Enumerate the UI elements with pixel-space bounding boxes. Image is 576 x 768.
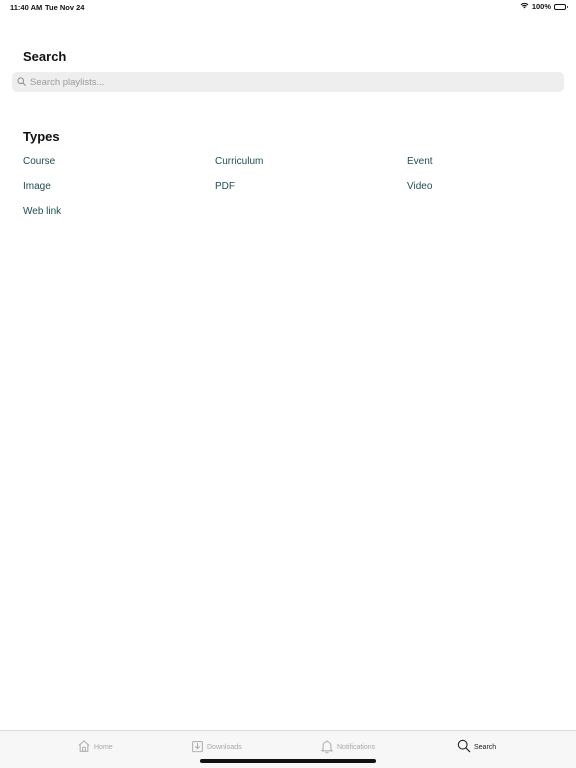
search-icon — [17, 73, 26, 91]
types-list: Course Curriculum Event Image PDF Video … — [23, 153, 568, 227]
battery-percentage: 100% — [531, 2, 551, 11]
tab-downloads-label: Downloads — [207, 743, 242, 751]
status-right-group: 100% — [520, 2, 568, 11]
status-bar: 11:40 AM Tue Nov 24 100% — [0, 0, 576, 14]
tab-home-label: Home — [94, 743, 113, 751]
tab-notifications-label: Notifications — [337, 744, 376, 751]
type-link-pdf[interactable]: PDF — [215, 178, 407, 203]
tab-search[interactable]: Search — [457, 739, 496, 755]
tab-downloads[interactable]: Downloads — [191, 739, 242, 755]
status-date: Tue Nov 24 — [45, 3, 85, 12]
search-input[interactable] — [30, 76, 550, 88]
type-link-curriculum[interactable]: Curriculum — [215, 153, 407, 178]
download-icon — [191, 739, 204, 755]
bell-icon — [320, 739, 334, 756]
type-link-course[interactable]: Course — [23, 153, 215, 178]
page-title: Search — [23, 49, 67, 64]
tab-notifications[interactable]: Notifications — [320, 739, 375, 756]
search-bar[interactable] — [12, 72, 564, 92]
battery-icon — [554, 3, 568, 10]
status-time: 11:40 AM — [10, 3, 43, 12]
tab-search-label: Search — [474, 743, 497, 751]
home-icon — [77, 739, 91, 755]
type-link-video[interactable]: Video — [407, 178, 568, 203]
type-link-event[interactable]: Event — [407, 153, 568, 178]
types-heading: Types — [23, 129, 60, 144]
tab-home[interactable]: Home — [77, 739, 113, 755]
home-indicator — [200, 759, 376, 763]
type-link-image[interactable]: Image — [23, 178, 215, 203]
search-icon — [457, 739, 471, 755]
wifi-icon — [520, 2, 529, 11]
type-link-web-link[interactable]: Web link — [23, 203, 215, 228]
